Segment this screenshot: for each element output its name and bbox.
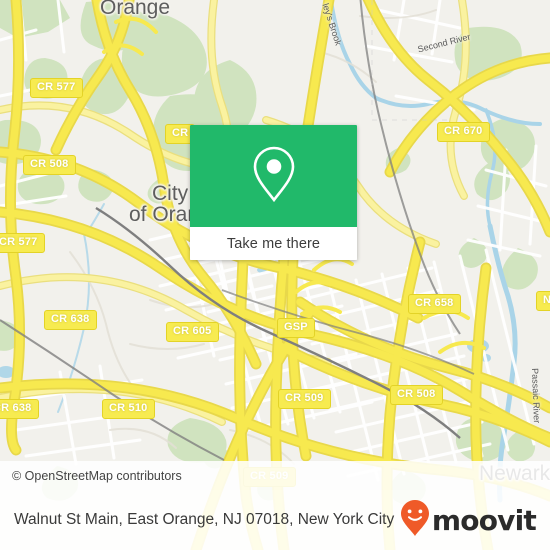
road-shield-cr670[interactable]: CR 670 (437, 122, 490, 142)
moovit-logo[interactable]: moovit (400, 499, 550, 542)
footer-bar: Walnut St Main, East Orange, NJ 07018, N… (0, 490, 550, 550)
moovit-map-screen: .rd-cas-c{stroke:#e8d84a;stroke-linecap:… (0, 0, 550, 550)
road-shield-gsp[interactable]: GSP (277, 318, 315, 338)
osm-attribution-text: © OpenStreetMap contributors (12, 468, 182, 483)
road-shield-cr605[interactable]: CR 605 (166, 322, 219, 342)
road-shield-cr508-west[interactable]: CR 508 (23, 155, 76, 175)
destination-callout-card[interactable]: Take me there (190, 125, 357, 260)
callout-action[interactable]: Take me there (190, 227, 357, 260)
moovit-wordmark: moovit (431, 503, 537, 537)
road-shield-cr577-west[interactable]: CR 577 (0, 233, 45, 253)
callout-header (190, 125, 357, 227)
map-pin-icon (250, 145, 298, 208)
road-shield-cr509-mid[interactable]: CR 509 (278, 389, 331, 409)
road-shield-n-east-edge[interactable]: N (536, 291, 550, 311)
moovit-pin-icon (400, 499, 430, 542)
road-shield-cr658[interactable]: CR 658 (408, 294, 461, 314)
address-text: Walnut St Main, East Orange, NJ 07018, N… (14, 510, 395, 528)
road-shield-cr638-southwest[interactable]: CR 638 (0, 399, 39, 419)
road-shield-cr638-mid[interactable]: CR 638 (44, 310, 97, 330)
road-shield-cr577-north[interactable]: CR 577 (30, 78, 83, 98)
take-me-there-label: Take me there (226, 235, 321, 252)
map-attribution-bar: © OpenStreetMap contributors (0, 461, 550, 490)
road-shield-cr508-east[interactable]: CR 508 (390, 385, 443, 405)
road-shield-cr510[interactable]: CR 510 (102, 399, 155, 419)
